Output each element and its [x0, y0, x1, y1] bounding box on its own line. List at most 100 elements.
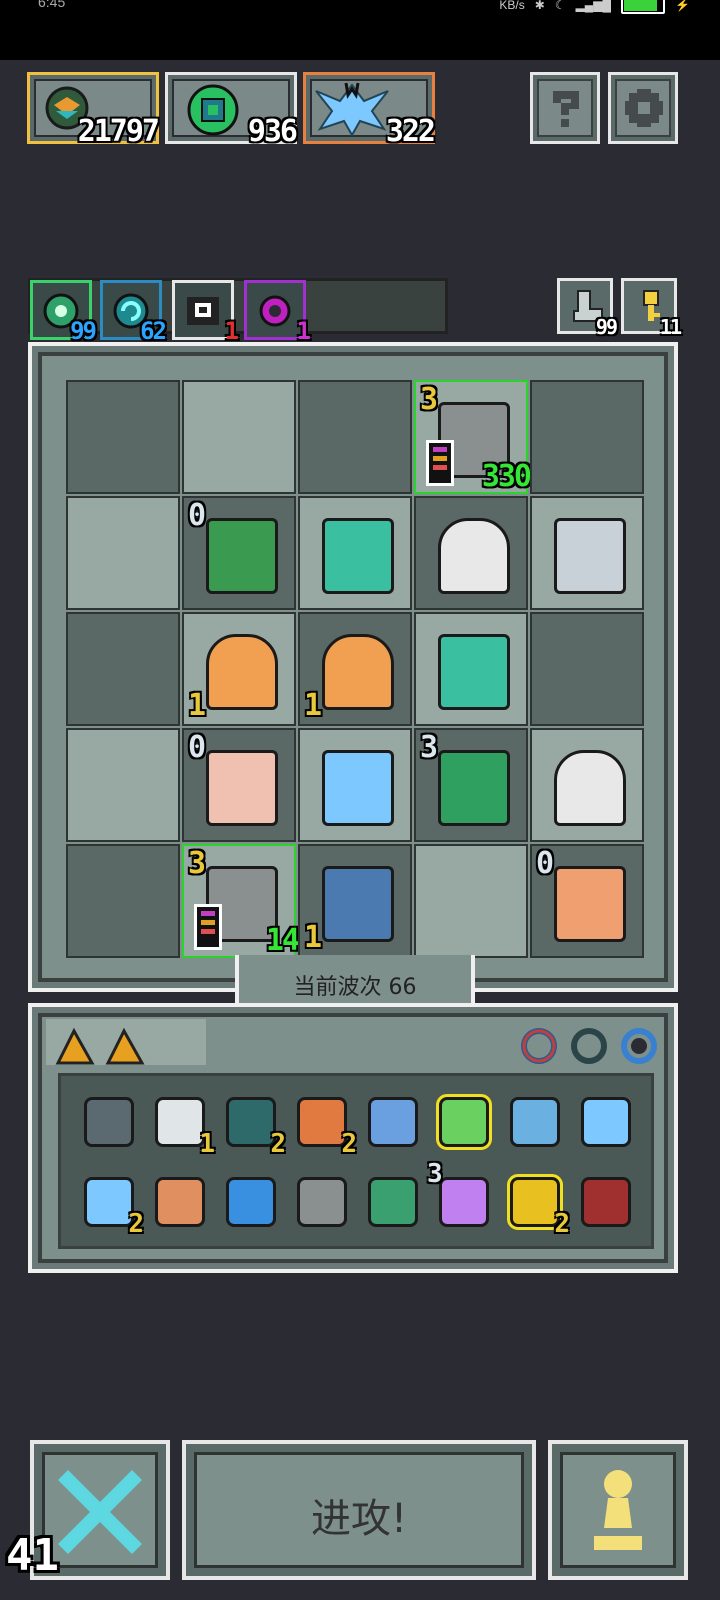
- white-skull-icon: [187, 297, 219, 325]
- board-cell[interactable]: 0: [182, 496, 296, 610]
- wizard-icon: [206, 750, 278, 826]
- teal-ring-icon[interactable]: [568, 1025, 610, 1067]
- status-icons: KB/s ✱ ☾ ▂▄▆█ ⚡: [499, 0, 690, 14]
- resource-green-count: 99: [70, 317, 97, 345]
- board-cell[interactable]: 1: [182, 612, 296, 726]
- board-cell[interactable]: [298, 380, 412, 494]
- net-speed: KB/s: [499, 0, 525, 12]
- board-cell[interactable]: [298, 728, 412, 842]
- board-cell[interactable]: 0: [182, 728, 296, 842]
- inventory-slot[interactable]: [433, 1091, 492, 1150]
- cheese-tab-icon[interactable]: [104, 1027, 146, 1067]
- unit-hp: 330: [481, 459, 532, 494]
- inventory-slot[interactable]: [362, 1171, 420, 1229]
- ice-bird-icon: [581, 1097, 631, 1147]
- unit-level: 0: [188, 498, 207, 533]
- coin-count: 21797: [77, 114, 160, 149]
- blue-ring-icon[interactable]: [618, 1025, 660, 1067]
- dragon-icon: [554, 518, 626, 594]
- resource-teal-count: 62: [140, 317, 167, 345]
- moon-icon: ☾: [554, 0, 566, 12]
- skull-knight-icon: [438, 518, 510, 594]
- crystal-shard-icon: [510, 1097, 560, 1147]
- board-cell[interactable]: 0: [530, 844, 644, 958]
- cheese-tab-icon[interactable]: [54, 1027, 96, 1067]
- inventory-slot[interactable]: [362, 1091, 420, 1149]
- board-cell[interactable]: [298, 496, 412, 610]
- inventory-slot[interactable]: 2: [504, 1171, 570, 1239]
- currency-coin: 21797: [27, 72, 160, 149]
- gear-icon: [625, 89, 663, 127]
- ice-dragon-icon: [322, 866, 394, 942]
- purple-ring-icon: [259, 295, 291, 327]
- attack-label: 进攻!: [310, 1496, 408, 1542]
- item-count: 2: [128, 1209, 144, 1239]
- resource-teal: 62: [100, 280, 167, 345]
- charging-icon: ⚡: [675, 0, 690, 12]
- board-cell[interactable]: [66, 496, 180, 610]
- rock-icon: [297, 1177, 347, 1227]
- resource-purple-count: 1: [296, 317, 312, 345]
- inventory-slot[interactable]: [504, 1091, 562, 1149]
- star-sparkle-icon: [439, 1177, 489, 1227]
- board-cell[interactable]: 1: [298, 844, 412, 958]
- board-cell[interactable]: [414, 844, 528, 958]
- board-cell[interactable]: [66, 380, 180, 494]
- board-cell[interactable]: 3 14: [182, 844, 300, 958]
- board-cell[interactable]: [414, 496, 528, 610]
- golden-idol-icon: [322, 634, 394, 710]
- potion-icon: [368, 1097, 418, 1147]
- unit-level: 1: [304, 920, 323, 955]
- fox-icon: [297, 1097, 347, 1147]
- inventory-slot[interactable]: [149, 1171, 207, 1229]
- inventory-slot[interactable]: [291, 1171, 349, 1229]
- red-ring-icon[interactable]: [518, 1025, 560, 1067]
- question-mark-icon: [553, 91, 579, 127]
- board-cell[interactable]: [66, 728, 180, 842]
- inventory-slot[interactable]: [575, 1091, 633, 1149]
- settings-button[interactable]: [608, 72, 678, 144]
- board-cell[interactable]: [530, 612, 644, 726]
- board-cell[interactable]: 3 330: [414, 380, 532, 494]
- inventory-slot[interactable]: [220, 1171, 278, 1229]
- boot-counter[interactable]: 99: [557, 278, 618, 339]
- inventory-slot[interactable]: 2: [291, 1091, 357, 1159]
- board-cell[interactable]: [530, 380, 644, 494]
- board-cell[interactable]: [66, 844, 180, 958]
- attack-button[interactable]: 进攻!: [182, 1440, 536, 1580]
- key-counter[interactable]: 11: [621, 278, 682, 339]
- inventory-slot[interactable]: 1: [149, 1091, 215, 1159]
- board-cell[interactable]: 3: [414, 728, 528, 842]
- crystal-moth-icon: [322, 750, 394, 826]
- heart-gem-icon: [226, 1097, 276, 1147]
- unit-level: 1: [188, 688, 207, 723]
- gear-icon: [226, 1177, 276, 1227]
- item-count: 2: [554, 1209, 570, 1239]
- inventory-slot[interactable]: 2: [78, 1171, 144, 1239]
- pawn-button[interactable]: [548, 1440, 688, 1580]
- inventory-slot[interactable]: [575, 1171, 633, 1229]
- inventory-slot[interactable]: 2: [220, 1091, 286, 1159]
- inventory-slot[interactable]: 3: [427, 1159, 491, 1229]
- boot-count: 99: [595, 315, 618, 339]
- board-cell[interactable]: [66, 612, 180, 726]
- flask-icon: [436, 1094, 492, 1150]
- board-cell[interactable]: [530, 496, 644, 610]
- crystal-count: 322: [385, 114, 436, 149]
- help-button[interactable]: [530, 72, 600, 144]
- green-gem-icon: [187, 84, 239, 136]
- unit-level: 3: [420, 382, 439, 417]
- crystal-icon: [315, 82, 389, 137]
- board-cell[interactable]: [414, 612, 528, 726]
- board-cell[interactable]: 1: [298, 612, 412, 726]
- chip-icon: [84, 1097, 134, 1147]
- board-cell[interactable]: [530, 728, 644, 842]
- inventory-slot[interactable]: [78, 1091, 136, 1149]
- unit-level: 0: [188, 730, 207, 765]
- shield-icon: [581, 1177, 631, 1227]
- scroll-icon: [155, 1097, 205, 1147]
- board-cell[interactable]: [182, 380, 296, 494]
- ice-claw-icon: [84, 1177, 134, 1227]
- gem-count: 936: [247, 114, 298, 149]
- key-count: 11: [659, 315, 682, 339]
